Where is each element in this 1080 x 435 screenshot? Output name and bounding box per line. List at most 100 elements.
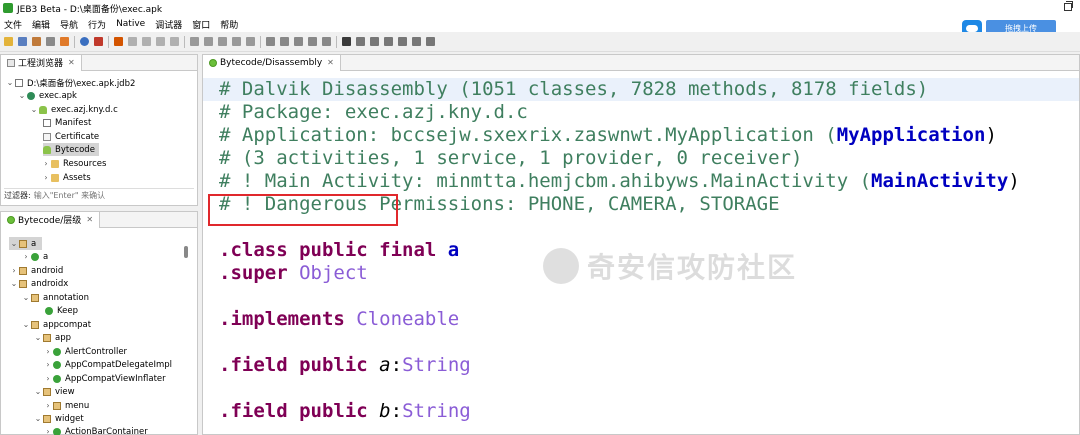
layout-icon[interactable] [266,37,275,46]
tree-item-certificate[interactable]: Certificate [43,130,99,143]
menu-native[interactable]: Native [116,19,145,29]
menu-help[interactable]: 帮助 [220,18,238,31]
hierarchy-icon[interactable] [308,37,317,46]
close-icon[interactable]: ✕ [68,58,75,67]
tree-item-actionbarcontainer[interactable]: › ActionBarContainer [43,425,148,435]
chevron-right-icon[interactable]: › [21,252,31,261]
filter-input[interactable] [33,191,174,200]
open-file-icon[interactable] [4,37,13,46]
tree-item-appcompatviewinflater[interactable]: › AppCompatViewInflater [43,372,165,385]
chevron-right-icon[interactable]: › [9,266,19,275]
chevron-right-icon[interactable]: › [43,427,53,435]
chevron-down-icon[interactable]: ⌄ [9,239,19,248]
tree-item-widget[interactable]: ⌄ widget [33,412,84,425]
tree-item-keep[interactable]: Keep [45,304,78,317]
rename-icon[interactable] [218,37,227,46]
chevron-right-icon[interactable]: › [43,401,53,410]
menu-debugger[interactable]: 调试器 [155,18,182,31]
chevron-right-icon[interactable]: › [41,173,51,182]
chevron-down-icon[interactable]: ⌄ [21,320,31,329]
code-class-name[interactable]: a [448,239,459,261]
save-icon[interactable] [18,37,27,46]
chevron-down-icon[interactable]: ⌄ [29,105,39,114]
class-icon [53,374,61,383]
options-icon[interactable] [46,37,55,46]
code-field-name[interactable]: a [379,354,390,376]
code-area[interactable]: # Dalvik Disassembly (1051 classes, 7828… [203,71,1079,434]
tree-item-app[interactable]: ⌄ app [33,331,71,344]
tree-item-jdb2[interactable]: ⌄ D:\桌面备份\exec.apk.jdb2 [5,76,136,89]
code-type[interactable]: Cloneable [356,308,459,330]
menu-action[interactable]: 行为 [88,18,106,31]
tree-item-resources[interactable]: › Resources [41,157,106,170]
back-icon[interactable] [128,37,137,46]
chevron-down-icon[interactable]: ⌄ [33,414,43,423]
tree-item-class-a[interactable]: › a [21,250,48,263]
menu-window[interactable]: 窗口 [192,18,210,31]
properties-icon[interactable] [32,37,41,46]
xref-icon[interactable] [232,37,241,46]
menu-edit[interactable]: 编辑 [32,18,50,31]
code-link-myapplication[interactable]: MyApplication [837,124,986,146]
decompile-icon[interactable] [246,37,255,46]
stop-debug-icon[interactable] [384,37,393,46]
tree-item-annotation[interactable]: ⌄ annotation [21,291,89,304]
tab-hierarchy[interactable]: Bytecode/层级 ✕ [1,211,101,228]
step-into-icon[interactable] [398,37,407,46]
tree-item-apk[interactable]: ⌄ exec.apk [17,89,77,102]
tree-item-bytecode[interactable]: Bytecode [43,143,99,156]
tree-icon[interactable] [294,37,303,46]
chevron-right-icon[interactable]: › [41,159,51,168]
split-icon[interactable] [322,37,331,46]
tree-item-view[interactable]: ⌄ view [33,385,75,398]
jump-icon[interactable] [114,37,123,46]
globe-icon[interactable] [80,37,89,46]
tab-project-explorer[interactable]: 工程浏览器 ✕ [1,54,82,71]
chevron-right-icon[interactable]: › [43,374,53,383]
tree-item-alertcontroller[interactable]: › AlertController [43,345,127,358]
close-icon[interactable]: ✕ [86,215,93,224]
menu-file[interactable]: 文件 [4,18,22,31]
chevron-down-icon[interactable]: ⌄ [17,91,27,100]
bookmark-icon[interactable] [190,37,199,46]
debug-icon[interactable] [342,37,351,46]
code-type[interactable]: Object [299,262,368,284]
tree-item-manifest[interactable]: Manifest [43,116,91,129]
run-icon[interactable] [356,37,365,46]
code-link-mainactivity[interactable]: MainActivity [871,170,1008,192]
comment-icon[interactable] [204,37,213,46]
chevron-down-icon[interactable]: ⌄ [33,333,43,342]
chevron-down-icon[interactable]: ⌄ [9,279,19,288]
chevron-right-icon[interactable]: › [43,347,53,356]
step-over-icon[interactable] [412,37,421,46]
code-field-name[interactable]: b [379,400,390,422]
chevron-down-icon[interactable]: ⌄ [21,293,31,302]
menu-navigate[interactable]: 导航 [60,18,78,31]
hierarchy-scrollbar[interactable] [184,246,188,258]
code-type[interactable]: String [402,354,471,376]
hierarchy-tabbar: Bytecode/层级 ✕ [1,211,197,228]
tree-item-android[interactable]: › android [9,264,63,277]
restore-window-icon[interactable] [1064,1,1073,11]
navigate-left-icon[interactable] [156,37,165,46]
navigate-right-icon[interactable] [170,37,179,46]
stop-icon[interactable] [94,37,103,46]
tab-bytecode-disassembly[interactable]: Bytecode/Disassembly ✕ [203,55,341,71]
chevron-right-icon[interactable]: › [43,360,53,369]
tree-item-assets[interactable]: › Assets [41,171,90,184]
tree-item-menu[interactable]: › menu [43,399,89,412]
tree-item-pkg-a[interactable]: ⌄ a [9,237,43,250]
step-out-icon[interactable] [426,37,435,46]
close-icon[interactable]: ✕ [327,58,334,67]
tree-item-appcompatdelegateimpl[interactable]: › AppCompatDelegateImpl [43,358,172,371]
export-icon[interactable] [60,37,69,46]
forward-icon[interactable] [142,37,151,46]
code-type[interactable]: String [402,400,471,422]
tree-item-package[interactable]: ⌄ exec.azj.kny.d.c [29,103,118,116]
pause-icon[interactable] [370,37,379,46]
tree-item-androidx[interactable]: ⌄ androidx [9,277,69,290]
tree-item-appcompat[interactable]: ⌄ appcompat [21,318,91,331]
graph-icon[interactable] [280,37,289,46]
chevron-down-icon[interactable]: ⌄ [5,78,15,87]
chevron-down-icon[interactable]: ⌄ [33,387,43,396]
